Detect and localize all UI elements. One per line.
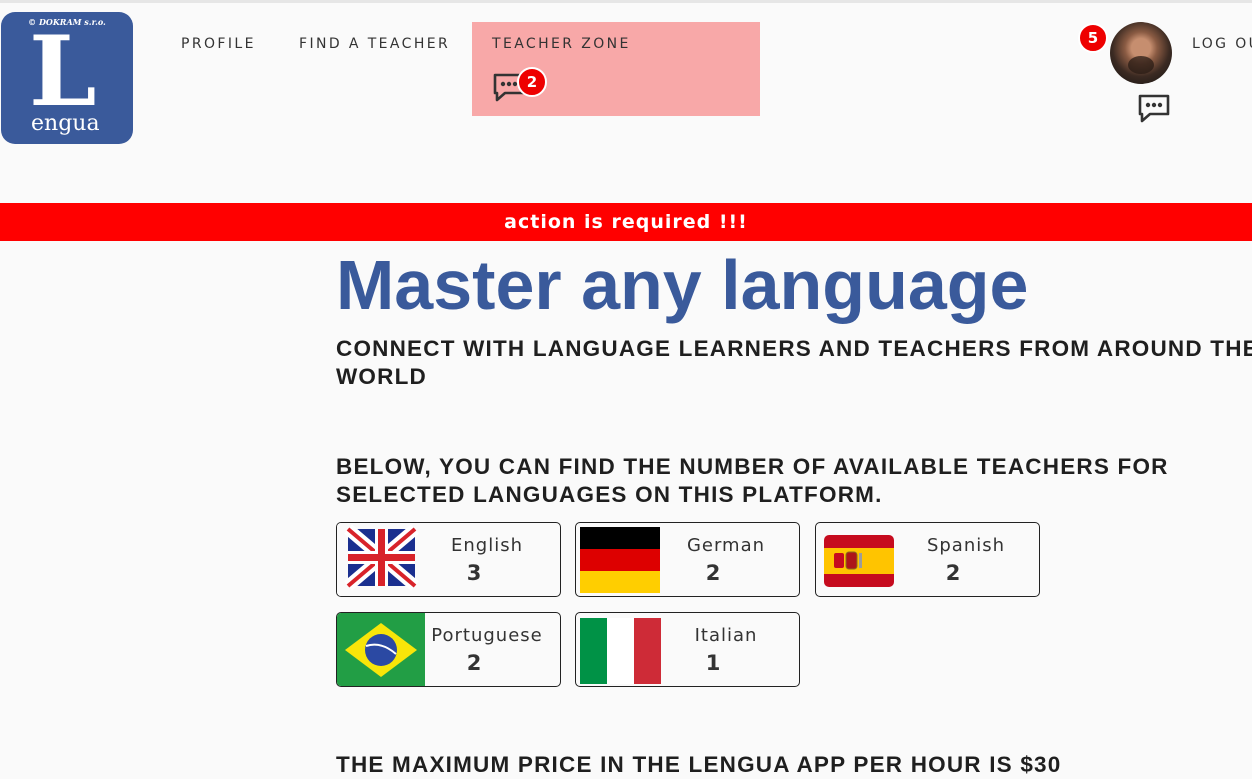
teacher-count: 2: [705, 561, 721, 585]
alert-text: action is required !!!: [504, 211, 748, 233]
language-card-portuguese[interactable]: Portuguese 2: [336, 612, 561, 687]
nav-profile[interactable]: PROFILE: [181, 36, 256, 52]
action-required-banner[interactable]: action is required !!!: [0, 203, 1252, 241]
brazil-flag-icon: [337, 613, 425, 686]
logo-word: engua: [31, 111, 100, 136]
language-card-italian[interactable]: Italian 1: [575, 612, 800, 687]
language-name: English: [451, 535, 523, 556]
teacher-zone-panel: TEACHER ZONE 2: [472, 22, 760, 116]
spain-flag-icon: [824, 535, 894, 587]
messages-badge: 2: [517, 67, 547, 97]
top-divider: [0, 0, 1252, 3]
user-avatar[interactable]: [1110, 22, 1172, 84]
language-card-english[interactable]: English 3: [336, 522, 561, 597]
teachers-heading: BELOW, YOU CAN FIND THE NUMBER OF AVAILA…: [336, 454, 1169, 507]
chat-bubble-icon[interactable]: [1137, 93, 1171, 123]
language-name: Italian: [694, 625, 758, 646]
teacher-count: 2: [945, 561, 961, 585]
uk-flag-icon: [337, 523, 425, 596]
language-card-spanish[interactable]: Spanish 2: [815, 522, 1040, 597]
teacher-count: 1: [705, 651, 721, 675]
germany-flag-icon: [580, 527, 660, 593]
italy-flag-icon: [580, 618, 661, 684]
price-info: THE MAXIMUM PRICE IN THE LENGUA APP PER …: [336, 752, 1062, 777]
language-card-german[interactable]: German 2: [575, 522, 800, 597]
hero-subtitle: CONNECT WITH LANGUAGE LEARNERS AND TEACH…: [336, 336, 1252, 389]
nav-teacher-zone[interactable]: TEACHER ZONE: [492, 36, 631, 52]
teacher-count: 3: [466, 561, 482, 585]
teacher-count: 2: [466, 651, 482, 675]
language-name: German: [686, 535, 766, 556]
logo-letter: L: [29, 15, 97, 128]
lengua-logo[interactable]: © DOKRAM s.r.o. L engua: [1, 12, 133, 144]
nav-logout[interactable]: LOG OUT: [1192, 36, 1252, 52]
nav-find-teacher[interactable]: FIND A TEACHER: [299, 36, 450, 52]
language-name: Spanish: [926, 535, 1006, 556]
avatar-detail: [1128, 56, 1154, 74]
notifications-badge: 5: [1078, 23, 1108, 53]
hero-title: Master any language: [336, 246, 1029, 324]
language-name: Portuguese: [431, 625, 543, 646]
